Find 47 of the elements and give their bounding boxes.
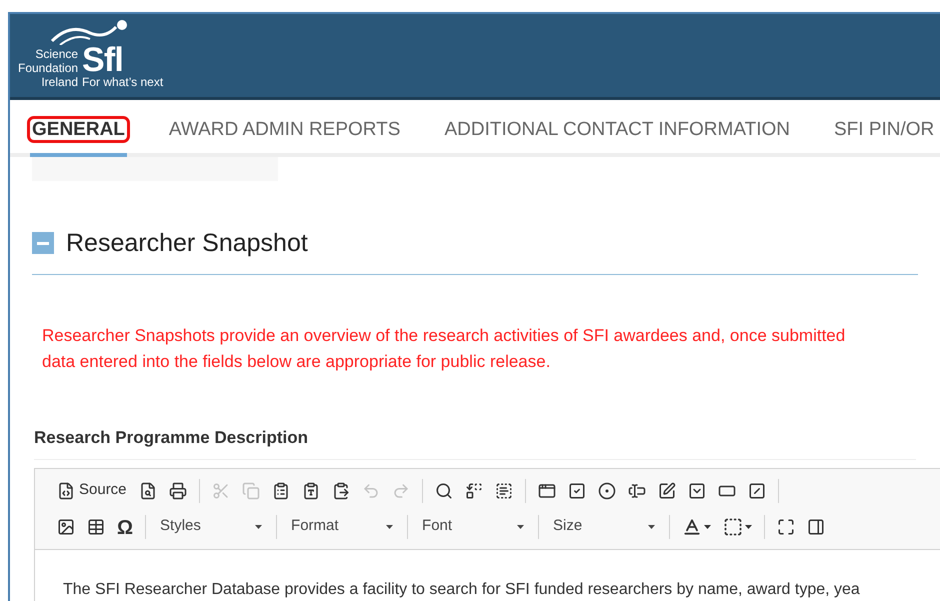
image-icon bbox=[57, 518, 75, 536]
logo-text: Science bbox=[35, 47, 78, 61]
logo-mark: Sfl bbox=[82, 45, 123, 75]
editor-dropdown[interactable]: Format bbox=[283, 512, 402, 540]
section-title: Researcher Snapshot bbox=[66, 228, 308, 258]
cut-icon bbox=[212, 482, 230, 500]
notice-text: Researcher Snapshots provide an overview of the research activities of SFI awardees and, once submitted data entered into the fields below are appropriate for public release. bbox=[42, 325, 846, 373]
tab[interactable]: ADDITIONAL CONTACT INFORMATION bbox=[442, 116, 792, 156]
source-button[interactable]: Source bbox=[51, 476, 133, 504]
tab[interactable]: AWARD ADMIN REPORTS bbox=[166, 116, 402, 156]
editor-dropdown[interactable]: Size bbox=[545, 512, 664, 540]
caret-icon bbox=[745, 524, 752, 528]
editor-content: The SFI Researcher Database provides a facility to search for SFI funded researchers by name, award type, yea bbox=[63, 580, 860, 598]
checkbox-icon bbox=[568, 482, 586, 500]
print-icon bbox=[168, 482, 187, 500]
background-color-icon bbox=[723, 516, 744, 536]
replace-icon bbox=[464, 482, 483, 500]
table-icon bbox=[87, 518, 105, 536]
radio-button-icon bbox=[598, 482, 616, 500]
logo-tagline: For what’s next bbox=[82, 75, 164, 89]
logo-text: Foundation bbox=[18, 61, 78, 75]
editor-dropdown[interactable]: Styles bbox=[152, 512, 270, 540]
caret-icon bbox=[255, 524, 262, 528]
maximize-icon bbox=[777, 518, 796, 536]
search-icon bbox=[434, 482, 453, 500]
caret-icon bbox=[517, 524, 524, 528]
text-color-icon bbox=[682, 516, 702, 536]
preview-icon bbox=[138, 482, 157, 500]
logo-text: Ireland bbox=[41, 75, 78, 89]
select-all-icon bbox=[494, 482, 513, 500]
special-character-button[interactable]: Ω bbox=[111, 512, 140, 540]
tab[interactable]: SFI PIN/OR bbox=[832, 116, 936, 156]
paste-text-icon bbox=[302, 482, 320, 500]
caret-icon bbox=[386, 524, 394, 528]
paste-icon bbox=[272, 482, 290, 500]
source-icon bbox=[57, 482, 75, 500]
tab[interactable]: GENERAL bbox=[30, 116, 127, 156]
caret-icon bbox=[704, 524, 712, 528]
copy-icon bbox=[242, 482, 260, 500]
field-label: Research Programme Description bbox=[34, 425, 916, 460]
select-field-icon bbox=[688, 482, 706, 500]
rich-text-editor[interactable]: Source Ω Styles Format Font Size The SFI Researcher Database provides a facility to search for SFI funded researchers by name, award type, yea bbox=[34, 468, 940, 601]
editor-dropdown[interactable]: Font bbox=[414, 512, 532, 540]
undo-icon bbox=[362, 482, 380, 500]
text-field-icon bbox=[628, 482, 646, 500]
caret-icon bbox=[648, 524, 656, 528]
redo-icon bbox=[392, 482, 410, 500]
